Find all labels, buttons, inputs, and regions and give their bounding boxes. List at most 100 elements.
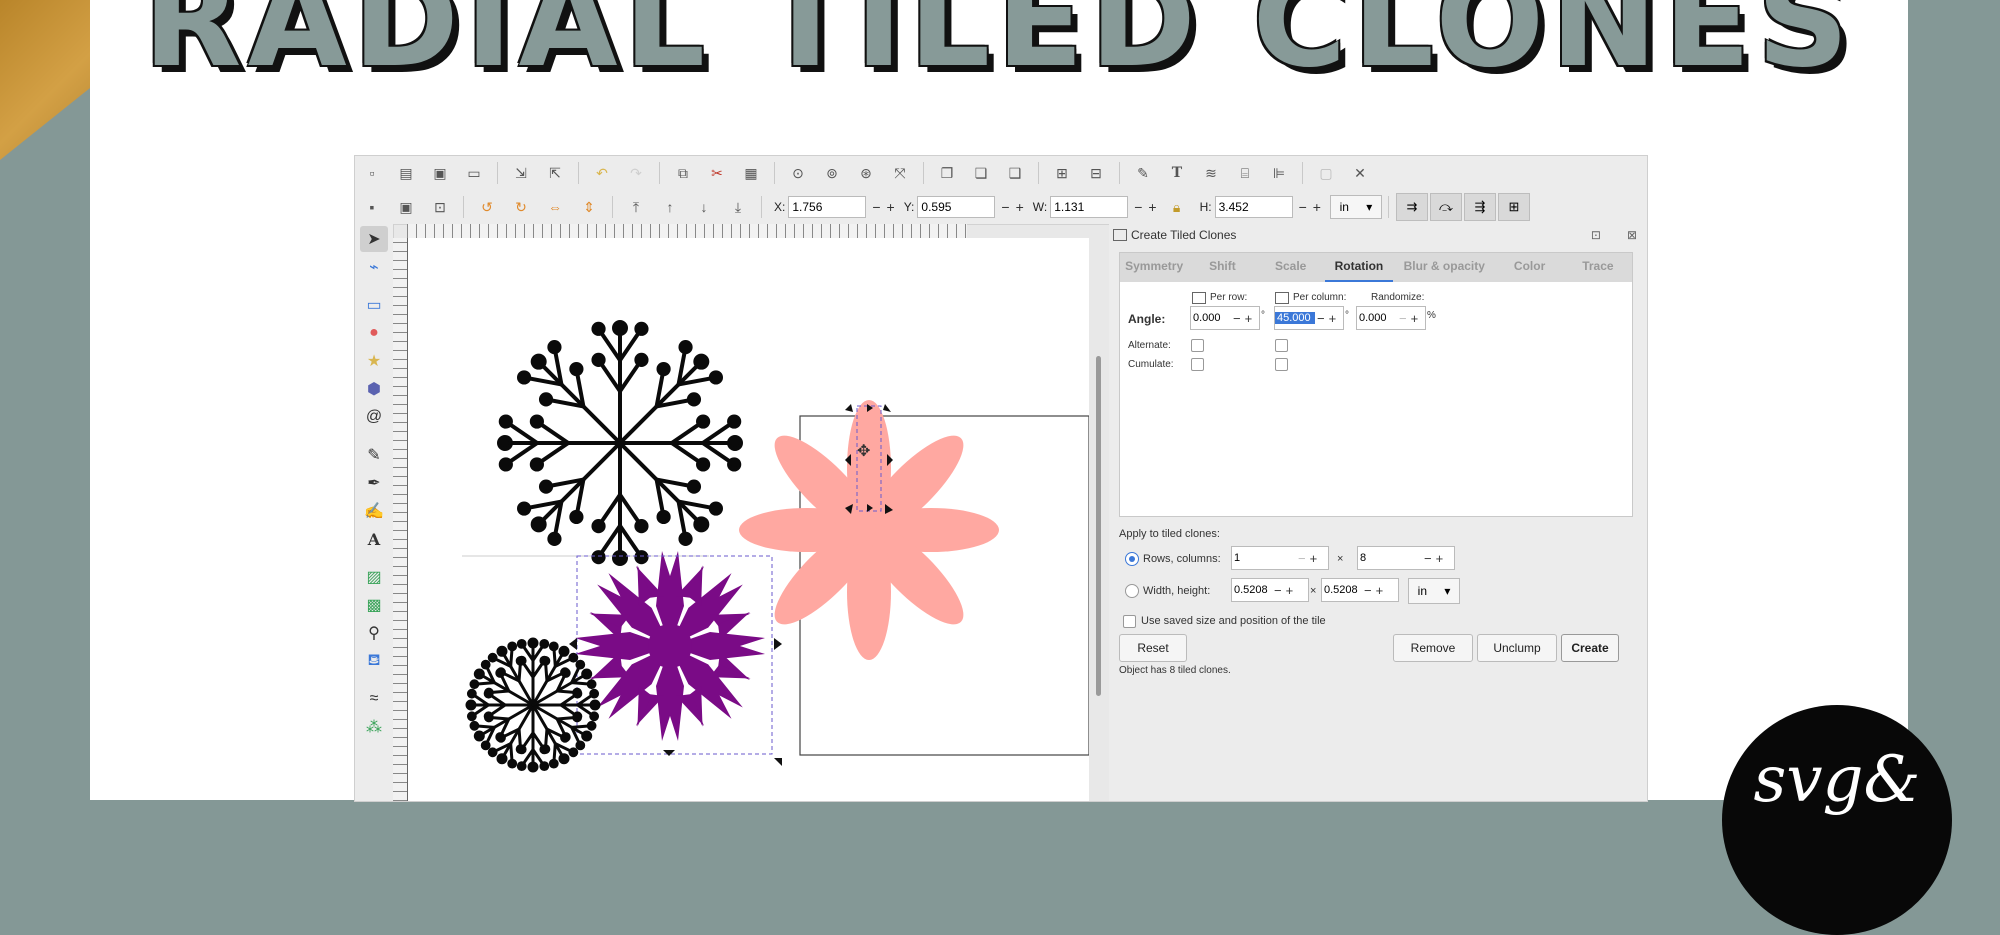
tab-scale[interactable]: Scale bbox=[1257, 253, 1325, 283]
h-decrement[interactable]: − bbox=[1296, 199, 1310, 215]
select-all-layers-icon[interactable]: ▣ bbox=[395, 196, 417, 218]
align-distribute-icon[interactable]: ⊫ bbox=[1268, 162, 1290, 184]
zoom-drawing-icon[interactable]: ⊚ bbox=[821, 162, 843, 184]
unit-select[interactable]: in ▾ bbox=[1329, 195, 1382, 219]
drawing-canvas[interactable]: ✥ bbox=[406, 238, 1090, 801]
move-patterns-icon[interactable]: ⊞ bbox=[1497, 193, 1530, 221]
star-tool-icon[interactable]: ★ bbox=[360, 348, 388, 374]
angle-row-decrement[interactable]: − bbox=[1231, 311, 1243, 326]
rotate-cw-icon[interactable]: ↻ bbox=[510, 196, 532, 218]
rotate-ccw-icon[interactable]: ↺ bbox=[476, 196, 498, 218]
height-decrement[interactable]: − bbox=[1362, 583, 1374, 598]
3d-box-tool-icon[interactable]: ⬢ bbox=[360, 376, 388, 402]
x-decrement[interactable]: − bbox=[869, 199, 883, 215]
spray-tool-icon[interactable]: ⁂ bbox=[360, 714, 388, 740]
raise-icon[interactable]: ↑ bbox=[659, 196, 681, 218]
pink-flower-clones[interactable] bbox=[739, 400, 999, 660]
ellipse-tool-icon[interactable]: ● bbox=[360, 320, 388, 346]
preferences-icon[interactable]: ✕ bbox=[1349, 162, 1371, 184]
move-gradients-icon[interactable]: ⇶ bbox=[1463, 193, 1496, 221]
export-icon[interactable]: ⇱ bbox=[544, 162, 566, 184]
new-document-icon[interactable]: ▫ bbox=[361, 162, 383, 184]
tab-symmetry[interactable]: Symmetry bbox=[1120, 253, 1188, 283]
height-input[interactable] bbox=[1322, 584, 1362, 596]
lock-icon[interactable]: 🔒︎ bbox=[1166, 196, 1188, 218]
unlink-clone-icon[interactable]: ❑ bbox=[1004, 162, 1026, 184]
columns-increment[interactable]: + bbox=[1434, 551, 1446, 566]
y-input[interactable] bbox=[917, 196, 996, 218]
angle-col-input[interactable] bbox=[1275, 312, 1315, 324]
alternate-row-checkbox[interactable] bbox=[1191, 339, 1204, 352]
tab-color[interactable]: Color bbox=[1495, 253, 1563, 283]
group-icon[interactable]: ⊞ bbox=[1051, 162, 1073, 184]
scale-stroke-icon[interactable]: ⇉ bbox=[1395, 193, 1428, 221]
dropper-tool-icon[interactable]: ⚲ bbox=[360, 620, 388, 646]
import-icon[interactable]: ⇲ bbox=[510, 162, 532, 184]
height-increment[interactable]: + bbox=[1374, 583, 1386, 598]
rows-decrement[interactable]: − bbox=[1296, 551, 1308, 566]
zoom-page-icon[interactable]: ⊛ bbox=[855, 162, 877, 184]
tab-rotation[interactable]: Rotation bbox=[1324, 253, 1394, 283]
scale-corners-icon[interactable]: ⤼ bbox=[1429, 193, 1462, 221]
document-properties-icon[interactable]: ▢ bbox=[1315, 162, 1337, 184]
angle-col-decrement[interactable]: − bbox=[1315, 311, 1327, 326]
copy-icon[interactable]: ⧉ bbox=[672, 162, 694, 184]
tab-trace[interactable]: Trace bbox=[1564, 253, 1632, 283]
selector-tool-icon[interactable]: ➤ bbox=[360, 226, 388, 252]
rows-increment[interactable]: + bbox=[1308, 551, 1320, 566]
columns-decrement[interactable]: − bbox=[1422, 551, 1434, 566]
angle-row-input[interactable] bbox=[1191, 312, 1231, 324]
black-snowflake-small[interactable] bbox=[465, 637, 601, 773]
rectangle-tool-icon[interactable]: ▭ bbox=[360, 292, 388, 318]
redo-icon[interactable]: ↷ bbox=[625, 162, 647, 184]
x-increment[interactable]: + bbox=[884, 199, 898, 215]
vertical-scrollbar[interactable] bbox=[1096, 356, 1101, 696]
w-decrement[interactable]: − bbox=[1131, 199, 1145, 215]
duplicate-icon[interactable]: ❐ bbox=[936, 162, 958, 184]
select-all-icon[interactable]: ▪ bbox=[361, 196, 383, 218]
cumulate-row-checkbox[interactable] bbox=[1191, 358, 1204, 371]
lower-icon[interactable]: ↓ bbox=[693, 196, 715, 218]
rows-input[interactable] bbox=[1232, 552, 1296, 564]
width-input[interactable] bbox=[1232, 584, 1272, 596]
layers-icon[interactable]: ≋ bbox=[1200, 162, 1222, 184]
width-increment[interactable]: + bbox=[1284, 583, 1296, 598]
randomize-input[interactable] bbox=[1357, 312, 1397, 324]
h-increment[interactable]: + bbox=[1310, 199, 1324, 215]
node-tool-icon[interactable]: ⌁ bbox=[360, 254, 388, 280]
tab-blur-opacity[interactable]: Blur & opacity bbox=[1393, 253, 1495, 283]
lower-bottom-icon[interactable]: ⤓ bbox=[727, 196, 749, 218]
width-height-radio[interactable] bbox=[1125, 584, 1139, 598]
randomize-decrement[interactable]: − bbox=[1397, 311, 1409, 326]
create-button[interactable]: Create bbox=[1561, 634, 1619, 662]
unclump-button[interactable]: Unclump bbox=[1477, 634, 1557, 662]
text-font-icon[interactable]: T bbox=[1166, 162, 1188, 184]
save-icon[interactable]: ▣ bbox=[429, 162, 451, 184]
dock-icon[interactable]: ⊡ bbox=[1591, 228, 1601, 242]
cut-icon[interactable]: ✂ bbox=[706, 162, 728, 184]
spiral-tool-icon[interactable]: @ bbox=[360, 404, 388, 430]
clone-icon[interactable]: ❏ bbox=[970, 162, 992, 184]
fill-stroke-icon[interactable]: ✎ bbox=[1132, 162, 1154, 184]
y-decrement[interactable]: − bbox=[998, 199, 1012, 215]
print-icon[interactable]: ▭ bbox=[463, 162, 485, 184]
undo-icon[interactable]: ↶ bbox=[591, 162, 613, 184]
xml-editor-icon[interactable]: ⌸ bbox=[1234, 162, 1256, 184]
x-input[interactable] bbox=[788, 196, 867, 218]
close-icon[interactable]: ⊠ bbox=[1627, 228, 1637, 242]
w-increment[interactable]: + bbox=[1145, 199, 1159, 215]
w-input[interactable] bbox=[1050, 196, 1129, 218]
reset-button[interactable]: Reset bbox=[1119, 634, 1187, 662]
remove-button[interactable]: Remove bbox=[1393, 634, 1473, 662]
flip-horizontal-icon[interactable]: ⇔ bbox=[544, 196, 566, 218]
columns-input[interactable] bbox=[1358, 552, 1422, 564]
randomize-increment[interactable]: + bbox=[1409, 311, 1421, 326]
open-icon[interactable]: ▤ bbox=[395, 162, 417, 184]
black-snowflake-large[interactable] bbox=[497, 320, 743, 566]
use-saved-checkbox[interactable] bbox=[1123, 615, 1136, 628]
calligraphy-tool-icon[interactable]: ✍ bbox=[360, 498, 388, 524]
angle-row-increment[interactable]: + bbox=[1243, 311, 1255, 326]
raise-top-icon[interactable]: ⤒ bbox=[625, 196, 647, 218]
pen-tool-icon[interactable]: ✒ bbox=[360, 470, 388, 496]
alternate-col-checkbox[interactable] bbox=[1275, 339, 1288, 352]
